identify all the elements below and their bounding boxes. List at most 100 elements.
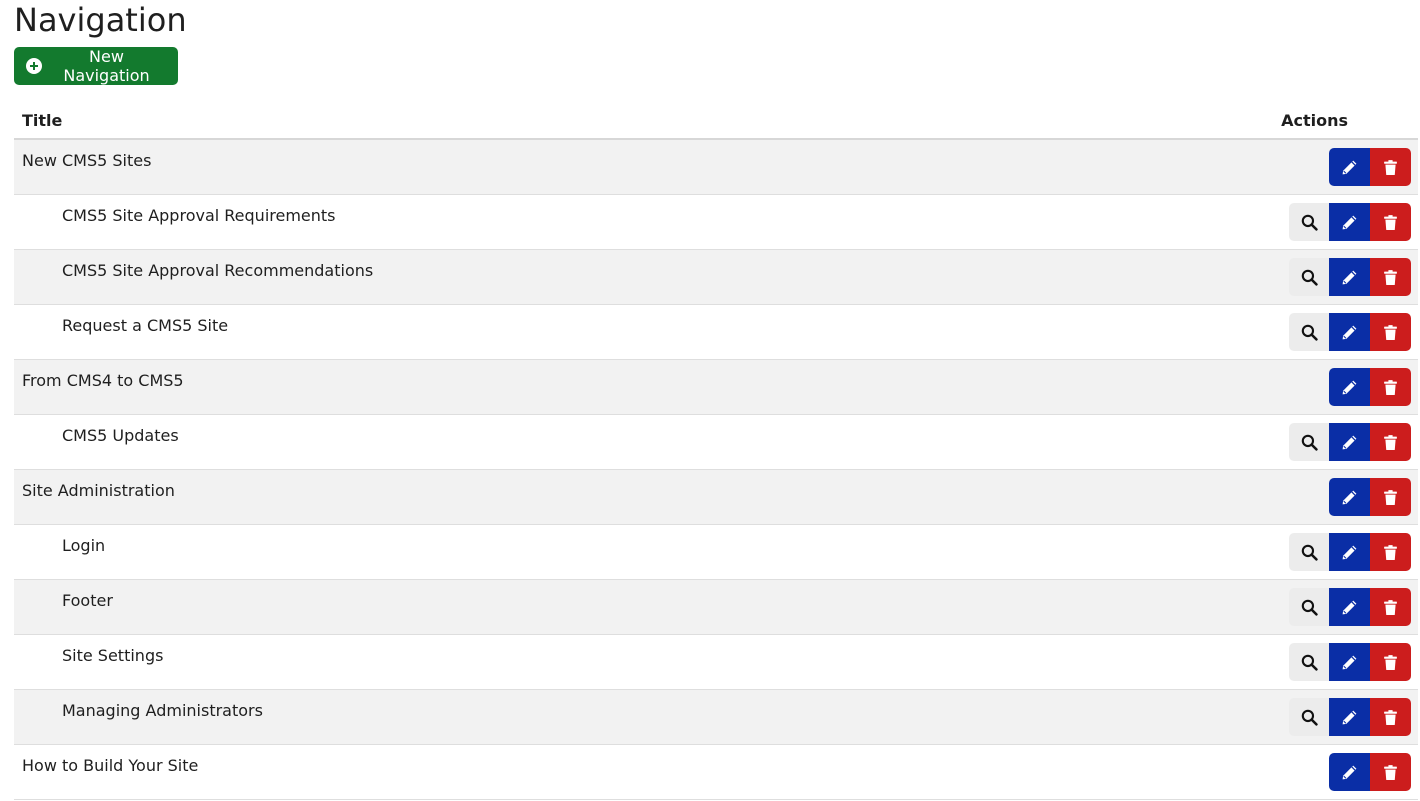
edit-button[interactable] (1329, 478, 1370, 516)
pencil-icon (1341, 159, 1358, 176)
navigation-table: Title Actions New CMS5 Sites CMS5 Site Ap… (14, 102, 1418, 800)
new-navigation-label: New Navigation (63, 47, 150, 85)
search-icon (1301, 599, 1318, 616)
trash-icon (1382, 214, 1399, 231)
row-actions (1289, 258, 1411, 296)
navigation-page: Navigation New Navigation Title Actions … (0, 0, 1420, 801)
table-row: Footer (14, 580, 1418, 635)
edit-button[interactable] (1329, 698, 1370, 736)
view-button[interactable] (1289, 588, 1329, 626)
search-icon (1301, 434, 1318, 451)
row-title: New CMS5 Sites (22, 151, 152, 170)
view-button[interactable] (1289, 258, 1329, 296)
edit-button[interactable] (1329, 313, 1370, 351)
row-actions (1329, 478, 1411, 516)
row-actions (1329, 753, 1411, 791)
row-actions (1329, 148, 1411, 186)
pencil-icon (1341, 709, 1358, 726)
row-actions (1289, 533, 1411, 571)
trash-icon (1382, 379, 1399, 396)
table-row: CMS5 Site Approval Recommendations (14, 250, 1418, 305)
edit-button[interactable] (1329, 203, 1370, 241)
table-row: Site Administration (14, 470, 1418, 525)
trash-icon (1382, 324, 1399, 341)
delete-button[interactable] (1370, 313, 1411, 351)
delete-button[interactable] (1370, 368, 1411, 406)
delete-button[interactable] (1370, 203, 1411, 241)
edit-button[interactable] (1329, 148, 1370, 186)
column-header-title: Title (22, 111, 63, 130)
table-row: CMS5 Updates (14, 415, 1418, 470)
table-row: From CMS4 to CMS5 (14, 360, 1418, 415)
view-button[interactable] (1289, 313, 1329, 351)
table-body: New CMS5 Sites CMS5 Site Approval Require… (14, 140, 1418, 800)
row-title: Login (62, 536, 106, 555)
row-title: Managing Administrators (62, 701, 263, 720)
row-title: CMS5 Updates (62, 426, 179, 445)
trash-icon (1382, 544, 1399, 561)
trash-icon (1382, 159, 1399, 176)
row-title: From CMS4 to CMS5 (22, 371, 184, 390)
delete-button[interactable] (1370, 148, 1411, 186)
delete-button[interactable] (1370, 258, 1411, 296)
trash-icon (1382, 654, 1399, 671)
pencil-icon (1341, 379, 1358, 396)
row-actions (1289, 203, 1411, 241)
pencil-icon (1341, 599, 1358, 616)
table-row: CMS5 Site Approval Requirements (14, 195, 1418, 250)
edit-button[interactable] (1329, 588, 1370, 626)
row-title: CMS5 Site Approval Recommendations (62, 261, 374, 280)
table-row: Request a CMS5 Site (14, 305, 1418, 360)
edit-button[interactable] (1329, 533, 1370, 571)
row-actions (1289, 643, 1411, 681)
view-button[interactable] (1289, 698, 1329, 736)
delete-button[interactable] (1370, 478, 1411, 516)
edit-button[interactable] (1329, 643, 1370, 681)
delete-button[interactable] (1370, 643, 1411, 681)
view-button[interactable] (1289, 643, 1329, 681)
view-button[interactable] (1289, 533, 1329, 571)
view-button[interactable] (1289, 203, 1329, 241)
view-button[interactable] (1289, 423, 1329, 461)
table-row: How to Build Your Site (14, 745, 1418, 800)
pencil-icon (1341, 269, 1358, 286)
search-icon (1301, 324, 1318, 341)
row-title: Footer (62, 591, 113, 610)
edit-button[interactable] (1329, 258, 1370, 296)
table-row: New CMS5 Sites (14, 140, 1418, 195)
search-icon (1301, 214, 1318, 231)
new-navigation-button[interactable]: New Navigation (14, 47, 178, 85)
pencil-icon (1341, 764, 1358, 781)
delete-button[interactable] (1370, 588, 1411, 626)
row-title: CMS5 Site Approval Requirements (62, 206, 336, 225)
trash-icon (1382, 709, 1399, 726)
page-title: Navigation (14, 1, 187, 39)
delete-button[interactable] (1370, 698, 1411, 736)
search-icon (1301, 709, 1318, 726)
trash-icon (1382, 434, 1399, 451)
search-icon (1301, 654, 1318, 671)
row-actions (1289, 698, 1411, 736)
trash-icon (1382, 269, 1399, 286)
pencil-icon (1341, 544, 1358, 561)
pencil-icon (1341, 654, 1358, 671)
search-icon (1301, 269, 1318, 286)
row-actions (1289, 423, 1411, 461)
delete-button[interactable] (1370, 753, 1411, 791)
edit-button[interactable] (1329, 753, 1370, 791)
edit-button[interactable] (1329, 368, 1370, 406)
table-row: Managing Administrators (14, 690, 1418, 745)
table-header: Title Actions (14, 102, 1418, 140)
edit-button[interactable] (1329, 423, 1370, 461)
pencil-icon (1341, 214, 1358, 231)
row-title: Site Administration (22, 481, 175, 500)
delete-button[interactable] (1370, 533, 1411, 571)
table-row: Login (14, 525, 1418, 580)
trash-icon (1382, 764, 1399, 781)
delete-button[interactable] (1370, 423, 1411, 461)
row-title: Request a CMS5 Site (62, 316, 229, 335)
trash-icon (1382, 489, 1399, 506)
row-actions (1289, 313, 1411, 351)
row-actions (1329, 368, 1411, 406)
table-row: Site Settings (14, 635, 1418, 690)
